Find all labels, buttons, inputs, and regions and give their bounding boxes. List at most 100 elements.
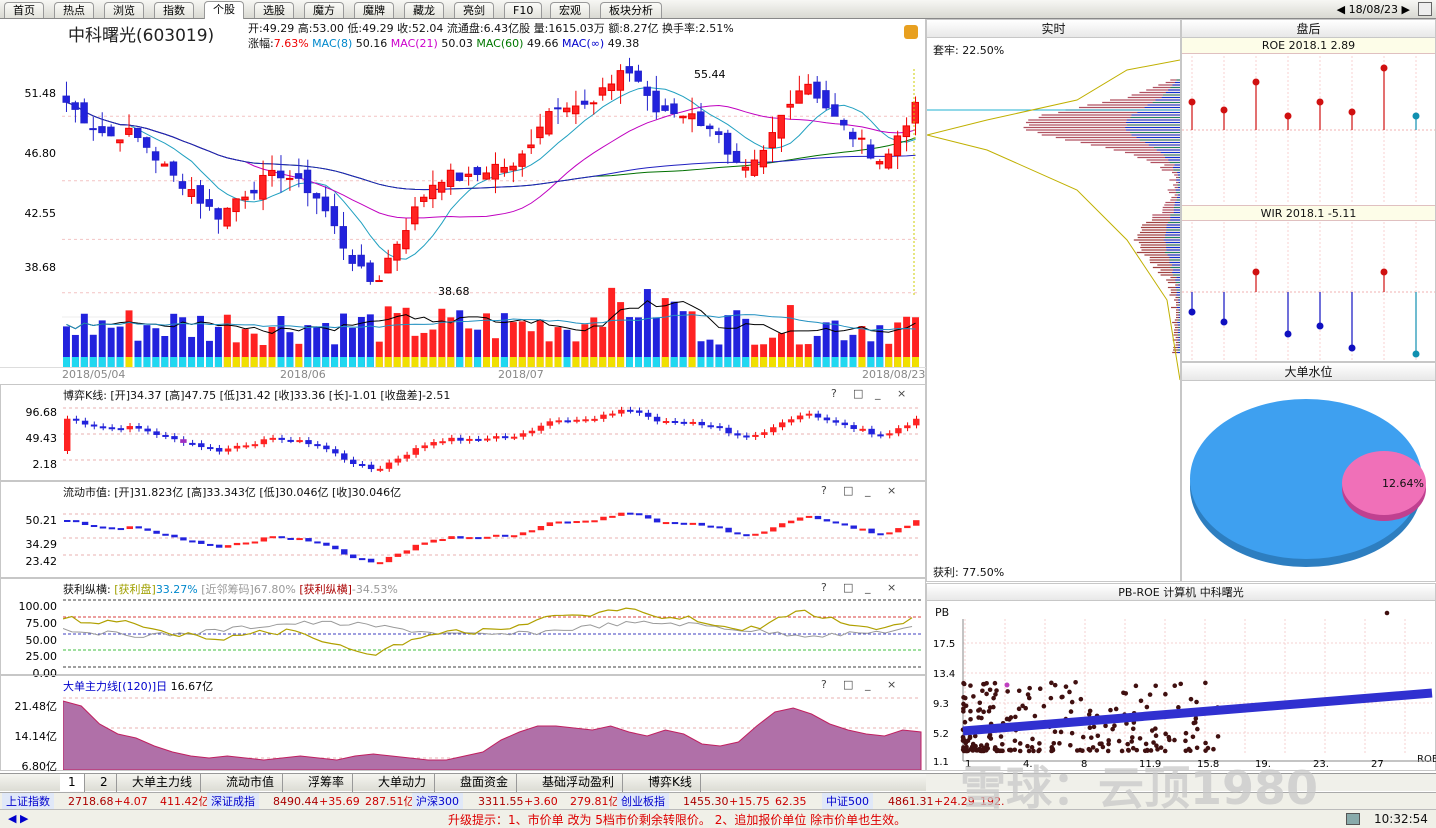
panel-control-1[interactable]: □ bbox=[843, 581, 853, 594]
volume-bar-low bbox=[652, 357, 660, 367]
panel-control-3[interactable]: × bbox=[887, 581, 896, 594]
bottom-tab-7[interactable]: 基础浮动盈利 bbox=[534, 774, 624, 792]
panel-control-3[interactable]: × bbox=[897, 387, 906, 400]
tab-6[interactable]: 魔方 bbox=[304, 2, 344, 18]
tab-8[interactable]: 藏龙 bbox=[404, 2, 444, 18]
lollipop-dot bbox=[1316, 98, 1324, 106]
kline-chart[interactable]: 55.44 38.68 bbox=[62, 47, 924, 369]
candle-body bbox=[241, 196, 249, 201]
ddzl-chart[interactable] bbox=[63, 692, 925, 770]
tab-11[interactable]: 宏观 bbox=[550, 2, 590, 18]
volume-bar-low bbox=[626, 357, 633, 367]
ltsz-candle bbox=[358, 558, 366, 561]
boyi-candle bbox=[296, 440, 303, 443]
boyi-candle bbox=[457, 437, 464, 441]
panel-control-0[interactable]: ? bbox=[821, 678, 827, 691]
ltsz-candle bbox=[636, 513, 643, 516]
candle-body bbox=[303, 169, 312, 194]
tab-0[interactable]: 首页 bbox=[4, 2, 44, 18]
volume-bar-low bbox=[563, 357, 571, 367]
candle-body bbox=[571, 105, 580, 115]
scatter-point bbox=[1186, 746, 1192, 752]
y-tick-label: 46.80 bbox=[24, 147, 57, 160]
boyi-candle bbox=[260, 439, 268, 445]
panel-control-2[interactable]: _ bbox=[865, 678, 871, 691]
panel-control-0[interactable]: ? bbox=[831, 387, 837, 400]
index-name[interactable]: 创业板指 bbox=[617, 793, 669, 810]
tab-2[interactable]: 浏览 bbox=[104, 2, 144, 18]
tab-3[interactable]: 指数 bbox=[154, 2, 194, 18]
candle-body bbox=[402, 230, 410, 250]
panel-control-2[interactable]: _ bbox=[865, 484, 871, 497]
scatter-point bbox=[962, 719, 968, 725]
candle-body bbox=[643, 86, 651, 96]
tab-12[interactable]: 板块分析 bbox=[600, 2, 662, 18]
panel-control-0[interactable]: ? bbox=[821, 581, 827, 594]
wir-chart[interactable] bbox=[1182, 222, 1435, 362]
scatter-point bbox=[1091, 724, 1097, 730]
panel-control-2[interactable]: _ bbox=[875, 387, 881, 400]
tab-9[interactable]: 亮剑 bbox=[454, 2, 494, 18]
panel-control-2[interactable]: _ bbox=[865, 581, 871, 594]
panel-control-1[interactable]: □ bbox=[843, 678, 853, 691]
boyi-chart[interactable] bbox=[63, 401, 925, 479]
bottom-tab-0[interactable]: 1 bbox=[60, 774, 85, 792]
tab-5[interactable]: 选股 bbox=[254, 2, 294, 18]
scatter-point bbox=[962, 695, 968, 701]
index-name[interactable]: 上证指数 bbox=[2, 793, 54, 810]
hlzh-chart[interactable] bbox=[63, 597, 925, 673]
volume-bar-low bbox=[286, 357, 294, 367]
bottom-tab-5[interactable]: 大单动力 bbox=[370, 774, 436, 792]
boyi-candle bbox=[323, 445, 330, 450]
pbroe-scatter[interactable]: 17.513.49.35.21.1 1 4. 8 11.9 15.8 19. 23. 27 bbox=[927, 601, 1435, 770]
ltsz-candle bbox=[546, 522, 554, 527]
candle-body bbox=[840, 119, 848, 126]
index-name[interactable]: 中证500 bbox=[822, 793, 873, 810]
bottom-tab-8[interactable]: 博弈K线 bbox=[640, 774, 701, 792]
settings-icon[interactable] bbox=[1418, 2, 1432, 16]
panhou-header: 盘后 bbox=[1182, 20, 1435, 38]
boyi-candle bbox=[439, 441, 446, 444]
ltsz-chart[interactable] bbox=[63, 500, 925, 576]
y-tick-label: 25.00 bbox=[25, 650, 58, 663]
volume-bar-low bbox=[813, 357, 821, 367]
index-name[interactable]: 深证成指 bbox=[207, 793, 259, 810]
panel-control-3[interactable]: × bbox=[887, 678, 896, 691]
tab-10[interactable]: F10 bbox=[504, 2, 543, 18]
bottom-tab-3[interactable]: 流动市值 bbox=[218, 774, 284, 792]
volume-bar-low bbox=[670, 357, 678, 367]
panel-control-0[interactable]: ? bbox=[821, 484, 827, 497]
tab-7[interactable]: 魔牌 bbox=[354, 2, 394, 18]
boyi-candle bbox=[90, 424, 98, 427]
candle-body bbox=[187, 189, 196, 197]
roe-title: ROE 2018.1 2.89 bbox=[1182, 38, 1435, 54]
bottom-tab-1[interactable]: 2 bbox=[92, 774, 117, 792]
monitor-icon[interactable] bbox=[1346, 813, 1360, 825]
bottom-tab-4[interactable]: 浮筹率 bbox=[300, 774, 354, 792]
bottom-tab-6[interactable]: 盘面资金 bbox=[452, 774, 518, 792]
tab-1[interactable]: 热点 bbox=[54, 2, 94, 18]
scatter-point bbox=[1215, 734, 1221, 739]
roe-chart[interactable] bbox=[1182, 56, 1435, 202]
ltsz-candle bbox=[412, 544, 419, 551]
tab-4[interactable]: 个股 bbox=[204, 1, 244, 19]
date-selector[interactable]: ◀ 18/08/23 ▶ bbox=[1333, 2, 1414, 17]
index-name[interactable]: 沪深300 bbox=[412, 793, 463, 810]
volume-bar-low bbox=[545, 357, 553, 367]
boyi-candle bbox=[689, 421, 697, 424]
regression-line bbox=[962, 688, 1433, 736]
boyi-candle bbox=[162, 434, 169, 437]
scroll-arrows-icon[interactable]: ◀ ▶ bbox=[8, 812, 28, 825]
y-tick-label: 50.21 bbox=[25, 514, 58, 527]
lock-icon[interactable] bbox=[904, 25, 918, 39]
ltsz-candle bbox=[430, 539, 437, 543]
volume-bar-low bbox=[152, 357, 160, 367]
panel-control-1[interactable]: □ bbox=[843, 484, 853, 497]
chip-distribution-chart[interactable] bbox=[927, 40, 1180, 385]
candle-body bbox=[813, 81, 821, 99]
bottom-tab-2[interactable]: 大单主力线 bbox=[124, 774, 202, 792]
panel-control-1[interactable]: □ bbox=[853, 387, 863, 400]
panel-control-3[interactable]: × bbox=[887, 484, 896, 497]
candle-body bbox=[911, 101, 919, 124]
boyi-candle bbox=[582, 419, 589, 422]
